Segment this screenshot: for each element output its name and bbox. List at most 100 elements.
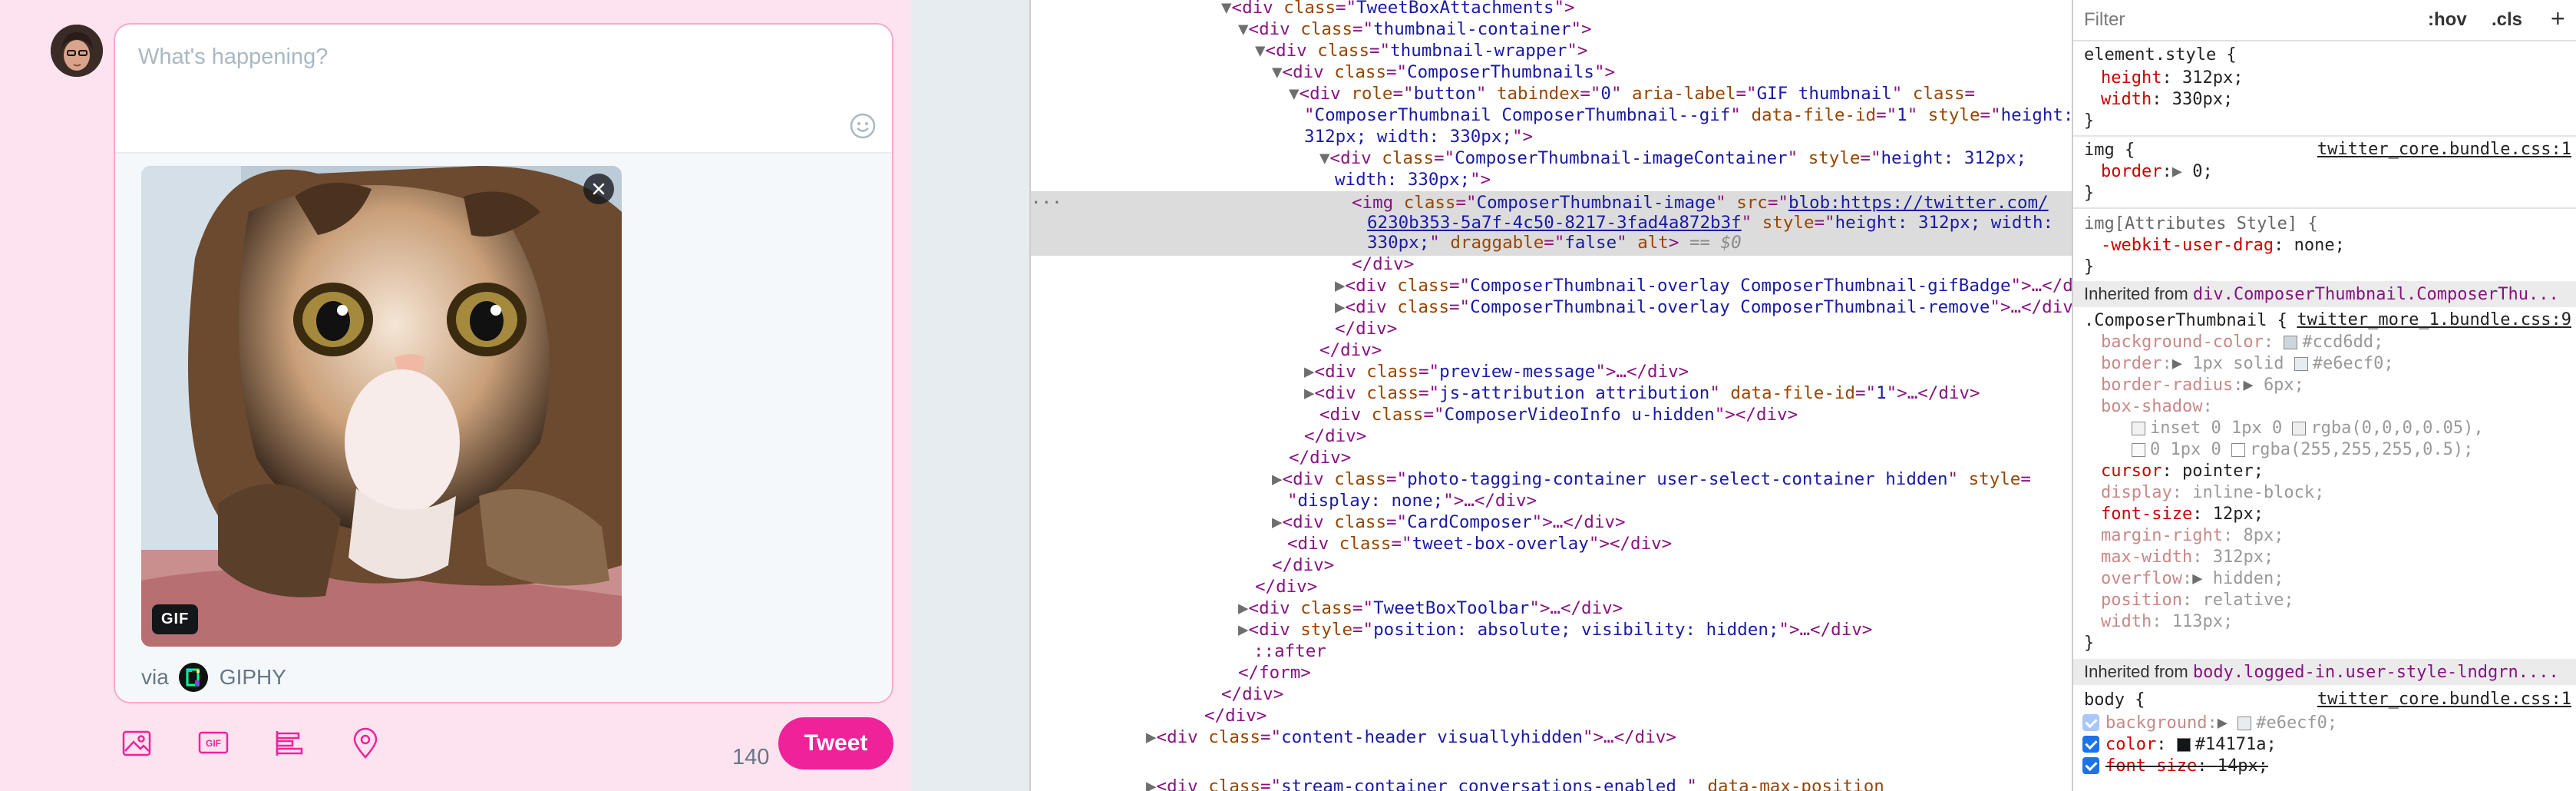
rule-close: } <box>2084 111 2095 131</box>
rule-divider <box>2073 207 2576 209</box>
style-declaration[interactable]: margin-right: 8px; <box>2101 525 2284 547</box>
style-declaration[interactable]: border:▶ 1px solid #e6ecf0; <box>2101 353 2394 375</box>
dom-node-cont: 330px;" draggable="false" alt> == $0 <box>1367 233 1742 253</box>
dom-node[interactable]: ▶<div class="CardComposer">…</div> <box>1272 511 1626 533</box>
dom-node[interactable]: ▼<div class="thumbnail-wrapper"> <box>1255 40 1588 61</box>
emoji-icon[interactable] <box>847 111 878 141</box>
dom-node-cont: width: 330px;"> <box>1335 170 1491 190</box>
gif-badge: GIF <box>152 604 199 634</box>
dom-node[interactable]: ▶<div class="content-header visuallyhidd… <box>1146 726 1676 748</box>
color-swatch[interactable] <box>2237 717 2252 730</box>
style-declaration[interactable]: width: 330px; <box>2101 89 2233 111</box>
dom-close-tag: </form> <box>1238 663 1311 683</box>
style-declaration[interactable]: border:▶ 0; <box>2101 161 2213 183</box>
style-declaration[interactable]: position: relative; <box>2101 590 2294 611</box>
color-swatch[interactable] <box>2231 443 2245 457</box>
dom-node[interactable]: <div class="ComposerVideoInfo u-hidden">… <box>1319 404 1798 425</box>
dom-node[interactable]: ▶<div class="photo-tagging-container use… <box>1272 468 2031 490</box>
style-declaration[interactable]: overflow:▶ hidden; <box>2101 568 2284 590</box>
devtools-elements-panel[interactable]: ▼<div class="TweetBoxAttachments"> ▼<div… <box>1029 0 2072 791</box>
property-checkbox[interactable] <box>2082 714 2099 731</box>
style-declaration-value[interactable]: inset 0 1px 0 rgba(0,0,0,0.05), <box>2132 418 2484 439</box>
dom-node[interactable]: ▶<div class="TweetBoxToolbar">…</div> <box>1238 597 1623 619</box>
style-declaration[interactable]: cursor: pointer; <box>2101 461 2264 482</box>
rule-source-link[interactable]: twitter_core.bundle.css:1 <box>2317 140 2571 159</box>
add-location-button[interactable] <box>347 725 384 762</box>
close-icon <box>593 183 605 195</box>
tweet-button[interactable]: Tweet <box>778 717 893 769</box>
add-poll-button[interactable] <box>270 725 307 762</box>
style-declaration[interactable]: display: inline-block; <box>2101 482 2324 504</box>
dom-node[interactable]: <div class="tweet-box-overlay"></div> <box>1287 533 1672 554</box>
rule-divider <box>2073 135 2576 137</box>
rule-selector[interactable]: img { <box>2084 140 2135 161</box>
twitter-page: What's happening? GIF via GIPHY GIF 140 … <box>0 0 1029 791</box>
attribution-source[interactable]: GIPHY <box>220 665 286 690</box>
property-checkbox[interactable] <box>2082 736 2099 753</box>
style-declaration[interactable]: background:▶ #e6ecf0; <box>2082 713 2337 734</box>
color-swatch[interactable] <box>2176 738 2191 752</box>
shadow-swatch[interactable] <box>2132 422 2145 435</box>
dom-node[interactable]: ▼<div class="TweetBoxAttachments"> <box>1221 0 1575 18</box>
style-declaration[interactable]: border-radius:▶ 6px; <box>2101 375 2304 396</box>
dom-node[interactable]: ▼<div role="button" tabindex="0" aria-la… <box>1289 83 1975 104</box>
rule-source-link[interactable]: twitter_core.bundle.css:1 <box>2317 690 2571 709</box>
dom-close-tag: </div> <box>1289 448 1352 468</box>
gif-thumbnail[interactable]: GIF <box>141 166 622 647</box>
devtools-styles-panel: Filter :hov .cls + element.style { heigh… <box>2072 0 2576 791</box>
giphy-logo-icon <box>178 663 208 692</box>
dom-node[interactable]: ▼<div class="thumbnail-container"> <box>1238 18 1592 40</box>
dom-node[interactable]: ▼<div class="ComposerThumbnail-imageCont… <box>1319 147 2026 169</box>
style-declaration[interactable]: background-color: #ccd6dd; <box>2101 332 2383 353</box>
color-swatch[interactable] <box>2292 422 2307 435</box>
style-declaration[interactable]: font-size: 12px; <box>2101 504 2264 525</box>
style-declaration-value[interactable]: 0 1px 0 rgba(255,255,255,0.5); <box>2132 439 2473 461</box>
attribution-via-label: via <box>141 665 169 689</box>
tweet-text-input[interactable]: What's happening? <box>138 45 328 70</box>
color-swatch[interactable] <box>2284 336 2298 349</box>
rule-source-link[interactable]: twitter_more_1.bundle.css:9 <box>2297 310 2571 329</box>
dom-node[interactable]: ▼<div class="ComposerThumbnails"> <box>1272 61 1615 83</box>
property-checkbox[interactable] <box>2082 757 2099 774</box>
rule-selector: img[Attributes Style] { <box>2084 214 2318 233</box>
style-declaration[interactable]: height: 312px; <box>2101 68 2243 89</box>
add-photo-button[interactable] <box>118 725 155 762</box>
shadow-swatch[interactable] <box>2132 443 2145 457</box>
style-declaration[interactable]: font-size: 14px; <box>2082 756 2268 777</box>
dom-close-tag: </div> <box>1272 555 1335 575</box>
kitten-gif-image <box>141 166 622 647</box>
add-gif-button[interactable]: GIF <box>195 725 232 762</box>
element-classes-button[interactable]: .cls <box>2492 9 2522 31</box>
dom-node[interactable]: ▶<div class="js-attribution attribution"… <box>1304 382 1980 404</box>
tweet-box: What's happening? GIF via GIPHY <box>114 23 893 703</box>
style-declaration[interactable]: color: #14171a; <box>2082 734 2277 756</box>
dom-node[interactable]: ▶<div class="ComposerThumbnail-overlay C… <box>1335 296 2072 318</box>
dom-node-ellipsis[interactable]: ··· <box>1031 192 1062 213</box>
color-swatch[interactable] <box>2294 357 2308 371</box>
rule-selector[interactable]: element.style { <box>2084 45 2237 66</box>
styles-filter-input[interactable]: Filter <box>2084 9 2125 31</box>
selected-img-node[interactable]: <img class="ComposerThumbnail-image" src… <box>1352 192 2049 213</box>
remove-thumbnail-button[interactable] <box>583 174 614 204</box>
style-declaration[interactable]: width: 113px; <box>2101 611 2233 633</box>
dom-node[interactable]: ▶<div class="ComposerThumbnail-overlay C… <box>1335 275 2072 296</box>
style-declaration[interactable]: max-width: 312px; <box>2101 547 2274 568</box>
toggle-element-state-button[interactable]: :hov <box>2428 9 2467 31</box>
dom-node[interactable]: ▶<div class="preview-message">…</div> <box>1304 361 1689 382</box>
dom-node[interactable]: ▶<div class="stream-container conversati… <box>1146 776 1884 791</box>
new-style-rule-button[interactable]: + <box>2551 5 2565 33</box>
dom-pseudo-element[interactable]: ::after <box>1253 640 1326 662</box>
rule-close: } <box>2084 184 2095 203</box>
dom-close-tag: </div> <box>1204 706 1267 726</box>
style-declaration[interactable]: box-shadow: <box>2101 396 2213 418</box>
dom-node[interactable]: ▶<div style="position: absolute; visibil… <box>1238 619 1872 640</box>
dom-close-tag: </div> <box>1319 340 1382 360</box>
inherited-from-header[interactable]: Inherited from body.logged-in.user-style… <box>2073 659 2576 685</box>
rule-selector[interactable]: body { <box>2084 690 2145 711</box>
image-icon <box>122 730 151 756</box>
user-avatar[interactable] <box>51 25 103 77</box>
styles-filter-bar: Filter :hov .cls + <box>2073 0 2576 41</box>
dom-close-tag: </div> <box>1352 254 1415 274</box>
rule-selector[interactable]: .ComposerThumbnail { <box>2084 310 2287 332</box>
inherited-from-header[interactable]: Inherited from div.ComposerThumbnail.Com… <box>2073 281 2576 307</box>
